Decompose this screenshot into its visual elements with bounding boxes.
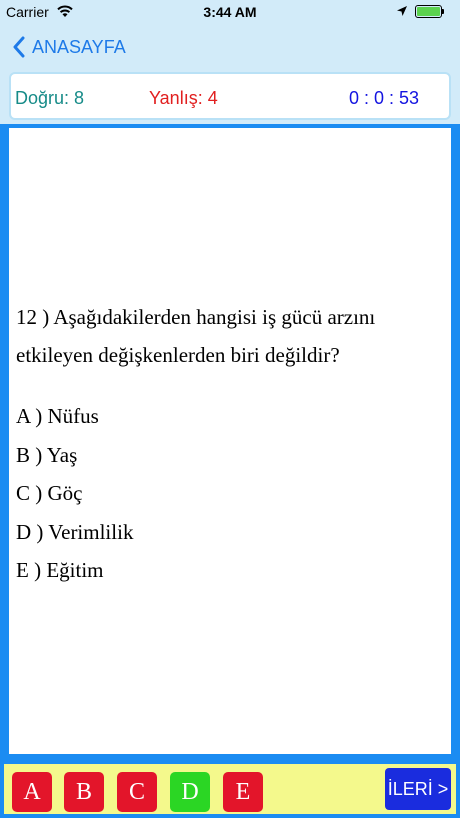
timer: 0 : 0 : 53 <box>349 88 420 108</box>
chevron-left-icon <box>13 36 25 58</box>
status-bar: Carrier 3:44 AM <box>0 0 460 24</box>
clock: 3:44 AM <box>203 4 257 20</box>
answer-d-button[interactable]: D <box>170 772 210 812</box>
options-list: A ) Nüfus B ) Yaş C ) Göç D ) Verimlilik… <box>16 397 446 590</box>
battery-level-fill <box>417 7 440 16</box>
question-card: 12 ) Aşağıdakilerden hangisi iş gücü arz… <box>9 128 451 754</box>
answer-bar: A B C D E İLERİ > <box>0 760 460 818</box>
question-text: 12 ) Aşağıdakilerden hangisi iş gücü arz… <box>16 305 376 367</box>
location-arrow-icon <box>397 6 407 16</box>
correct-count: Doğru: 8 <box>15 88 85 108</box>
score-panel: Doğru: 8 Yanlış: 4 0 : 0 : 53 <box>9 72 451 120</box>
option-b[interactable]: B ) Yaş <box>16 436 446 475</box>
question-frame: 12 ) Aşağıdakilerden hangisi iş gücü arz… <box>0 124 460 760</box>
back-button-label: ANASAYFA <box>32 36 126 57</box>
navigation-bar: ANASAYFA <box>0 24 460 68</box>
next-button[interactable]: İLERİ > <box>385 768 451 810</box>
option-e[interactable]: E ) Eğitim <box>16 551 446 590</box>
option-a[interactable]: A ) Nüfus <box>16 397 446 436</box>
answer-e-button[interactable]: E <box>223 772 263 812</box>
battery-cap <box>442 9 444 14</box>
back-button[interactable]: ANASAYFA <box>12 34 126 60</box>
battery-icon <box>415 5 442 18</box>
wrong-count: Yanlış: 4 <box>149 88 218 108</box>
answer-a-button[interactable]: A <box>12 772 52 812</box>
answer-c-button[interactable]: C <box>117 772 157 812</box>
answer-b-button[interactable]: B <box>64 772 104 812</box>
option-c[interactable]: C ) Göç <box>16 474 446 513</box>
answer-buttons-panel: A B C D E İLERİ > <box>4 764 456 814</box>
option-d[interactable]: D ) Verimlilik <box>16 513 446 552</box>
